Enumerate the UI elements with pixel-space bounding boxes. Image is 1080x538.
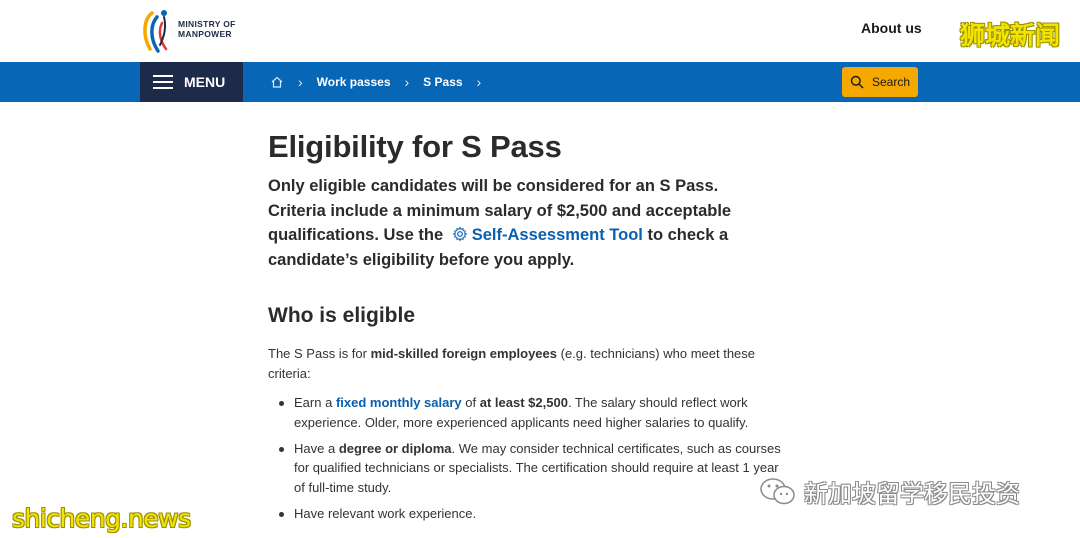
criteria-text: Have a — [294, 440, 336, 456]
watermark-bottom-right-text: 新加坡留学移民投资 — [804, 480, 1020, 508]
search-button[interactable]: Search — [842, 67, 918, 97]
intro-text-1: The S Pass is for — [268, 346, 367, 361]
nav-bar: MENU › Work passes › S Pass › Search — [0, 62, 1080, 102]
chevron-right-icon: › — [404, 74, 410, 90]
criteria-list: Earn a fixed monthly salary of at least … — [268, 393, 783, 523]
logo-line2: MANPOWER — [178, 29, 232, 39]
site-header: MINISTRY OF MANPOWER About us 狮城新闻 — [0, 0, 1080, 62]
about-us-link[interactable]: About us — [861, 20, 922, 36]
criteria-text: of — [465, 395, 477, 410]
logo-line1: MINISTRY OF — [178, 19, 236, 29]
menu-label: MENU — [184, 74, 226, 90]
watermark-top: 狮城新闻 — [960, 21, 1061, 50]
criteria-bold: degree or diploma — [338, 440, 452, 456]
mom-logo-icon — [143, 10, 168, 53]
watermark-bottom-right: 新加坡留学移民投资 — [758, 474, 1020, 509]
self-assessment-tool-link[interactable]: Self-Assessment Tool — [472, 226, 643, 244]
main-content: Eligibility for S Pass Only eligible can… — [268, 128, 788, 530]
lead-paragraph: Only eligible candidates will be conside… — [268, 174, 763, 272]
menu-button[interactable]: MENU — [140, 62, 243, 102]
list-item: Have relevant work experience. — [268, 504, 783, 524]
intro-paragraph: The S Pass is for mid-skilled foreign em… — [268, 344, 773, 383]
chevron-right-icon: › — [298, 74, 303, 90]
breadcrumb: › Work passes › S Pass › — [270, 62, 495, 102]
intro-bold: mid-skilled foreign employees — [370, 346, 557, 361]
search-label: Search — [872, 75, 911, 89]
fixed-monthly-salary-link[interactable]: fixed monthly salary — [336, 395, 462, 410]
breadcrumb-work-passes[interactable]: Work passes — [317, 75, 391, 89]
gear-icon — [452, 226, 468, 242]
breadcrumb-s-pass[interactable]: S Pass — [423, 75, 462, 89]
search-icon — [850, 75, 864, 89]
list-item: Have a degree or diploma. We may conside… — [268, 439, 783, 498]
watermark-bottom-left: shicheng.news — [12, 504, 191, 533]
criteria-text: Earn a — [294, 395, 333, 410]
section-heading: Who is eligible — [268, 304, 416, 327]
wechat-icon — [760, 477, 795, 504]
logo-text: MINISTRY OF MANPOWER — [178, 19, 236, 39]
hamburger-icon — [153, 75, 173, 89]
chevron-right-icon: › — [476, 74, 482, 90]
page-title: Eligibility for S Pass — [268, 129, 562, 164]
criteria-text: Have relevant work experience. — [294, 505, 477, 521]
list-item: Earn a fixed monthly salary of at least … — [268, 393, 783, 432]
mom-logo[interactable]: MINISTRY OF MANPOWER — [138, 5, 248, 55]
criteria-bold: at least $2,500 — [479, 395, 568, 410]
home-icon[interactable] — [270, 75, 284, 89]
